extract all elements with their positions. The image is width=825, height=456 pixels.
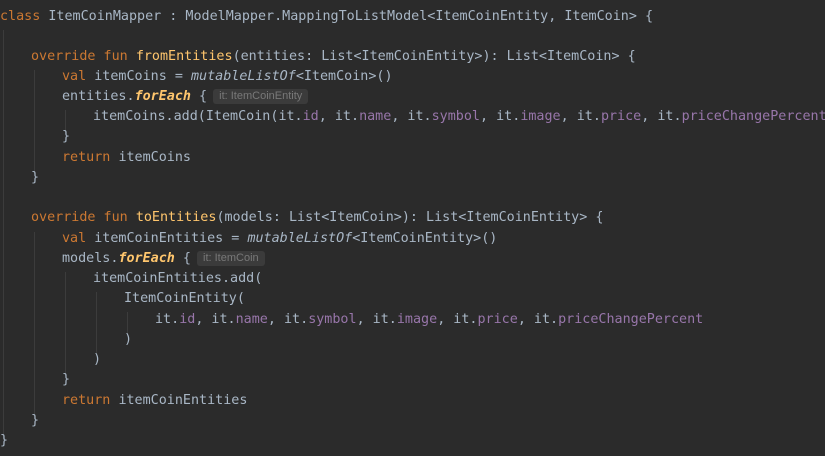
property-token: id xyxy=(302,109,319,124)
keyword-token: class xyxy=(0,9,49,24)
code-token: itemCoins = xyxy=(94,69,191,84)
code-line[interactable]: itemCoins.add(ItemCoin(it.id, it.name, i… xyxy=(93,107,825,127)
code-token: { xyxy=(191,89,208,104)
code-token: , it. xyxy=(195,312,236,327)
keyword-token: return xyxy=(62,393,119,408)
code-line[interactable]: override fun fromEntities(entities: List… xyxy=(31,47,636,67)
code-token: ) xyxy=(93,352,102,367)
inlay-type-hint: it: ItemCoin xyxy=(197,251,265,266)
code-token: it. xyxy=(155,312,180,327)
code-line[interactable]: class ItemCoinMapper : ModelMapper.Mappi… xyxy=(0,7,653,27)
code-line[interactable]: ) xyxy=(93,350,101,370)
property-token: price xyxy=(477,312,518,327)
code-line[interactable]: val itemCoinEntities = mutableListOf<Ite… xyxy=(62,229,497,249)
code-token: ) xyxy=(124,332,133,347)
code-line[interactable]: return itemCoinEntities xyxy=(62,391,247,411)
indent-guide xyxy=(34,70,35,174)
code-line[interactable]: it.id, it.name, it.symbol, it.image, it.… xyxy=(155,310,703,330)
code-token: , it. xyxy=(318,109,360,124)
function-call-token: mutableListOf xyxy=(191,69,296,84)
indent-guide xyxy=(96,292,97,356)
code-editor[interactable]: class ItemCoinMapper : ModelMapper.Mappi… xyxy=(0,0,825,456)
code-token: , it. xyxy=(560,109,601,124)
code-token: itemCoinEntities = xyxy=(94,231,248,246)
function-name-token: toEntities xyxy=(135,210,217,225)
inlay-type-hint: it: ItemCoinEntity xyxy=(213,89,309,104)
function-call-token: mutableListOf xyxy=(247,231,353,246)
property-token: image xyxy=(396,312,438,327)
code-line[interactable]: ) xyxy=(124,330,132,350)
keyword-token: override fun xyxy=(31,210,136,225)
property-token: symbol xyxy=(431,109,480,124)
indent-guide xyxy=(3,30,4,440)
code-line[interactable]: models.forEach { it: ItemCoin xyxy=(62,249,265,269)
code-token: itemCoins.add(ItemCoin( xyxy=(93,109,279,124)
code-token: } xyxy=(31,413,40,428)
code-line[interactable]: ItemCoinEntity( xyxy=(124,289,245,309)
code-token: } xyxy=(0,433,9,448)
property-token: price xyxy=(600,109,642,124)
code-line[interactable]: } xyxy=(31,168,39,188)
code-token: itemCoinEntities.add( xyxy=(93,271,263,286)
property-token: name xyxy=(359,109,392,124)
code-token: , it. xyxy=(391,109,432,124)
code-token: { xyxy=(174,251,191,266)
code-token: , it. xyxy=(437,312,478,327)
code-token: } xyxy=(62,372,71,387)
extension-call-token: forEach xyxy=(118,251,175,266)
property-token: symbol xyxy=(308,312,357,327)
code-token: itemCoinEntities xyxy=(118,393,248,408)
code-line[interactable]: } xyxy=(0,431,8,451)
keyword-token: val xyxy=(62,231,95,246)
code-token: } xyxy=(62,129,71,144)
code-line[interactable]: itemCoinEntities.add( xyxy=(93,269,262,289)
property-token: priceChangePercent xyxy=(681,109,825,124)
keyword-token: val xyxy=(62,69,95,84)
indent-guide xyxy=(34,232,35,419)
code-line[interactable]: override fun toEntities(models: List<Ite… xyxy=(31,208,603,228)
property-token: priceChangePercent xyxy=(558,312,704,327)
code-token: ItemCoinMapper : ModelMapper.MappingToLi… xyxy=(48,9,654,24)
code-token: <ItemCoinEntity>() xyxy=(352,231,498,246)
code-token: , it. xyxy=(480,109,521,124)
code-line[interactable]: val itemCoins = mutableListOf<ItemCoin>(… xyxy=(62,67,393,87)
extension-call-token: forEach xyxy=(134,89,191,104)
code-token: entities. xyxy=(62,89,135,104)
code-token: , it. xyxy=(267,312,309,327)
code-token: , it. xyxy=(517,312,559,327)
code-token: , it. xyxy=(641,109,682,124)
code-line[interactable]: } xyxy=(62,370,70,390)
code-token: <ItemCoin>() xyxy=(295,69,393,84)
code-token: } xyxy=(31,170,40,185)
indent-guide xyxy=(65,272,66,376)
code-token: (entities: List<ItemCoinEntity>): List<I… xyxy=(232,49,636,64)
code-token: (models: List<ItemCoin>): List<ItemCoinE… xyxy=(216,210,604,225)
keyword-token: override fun xyxy=(31,49,136,64)
property-token: name xyxy=(235,312,268,327)
code-token: it. xyxy=(278,109,303,124)
code-token: models. xyxy=(62,251,119,266)
code-line[interactable]: return itemCoins xyxy=(62,148,191,168)
function-name-token: fromEntities xyxy=(135,49,233,64)
code-token: ItemCoinEntity( xyxy=(124,291,245,306)
property-token: id xyxy=(179,312,196,327)
code-line[interactable]: } xyxy=(31,411,39,431)
code-line[interactable]: entities.forEach { it: ItemCoinEntity xyxy=(62,87,309,107)
code-token: itemCoins xyxy=(118,150,191,165)
property-token: image xyxy=(520,109,561,124)
code-line[interactable]: } xyxy=(62,127,70,147)
code-token: , it. xyxy=(356,312,397,327)
keyword-token: return xyxy=(62,150,119,165)
